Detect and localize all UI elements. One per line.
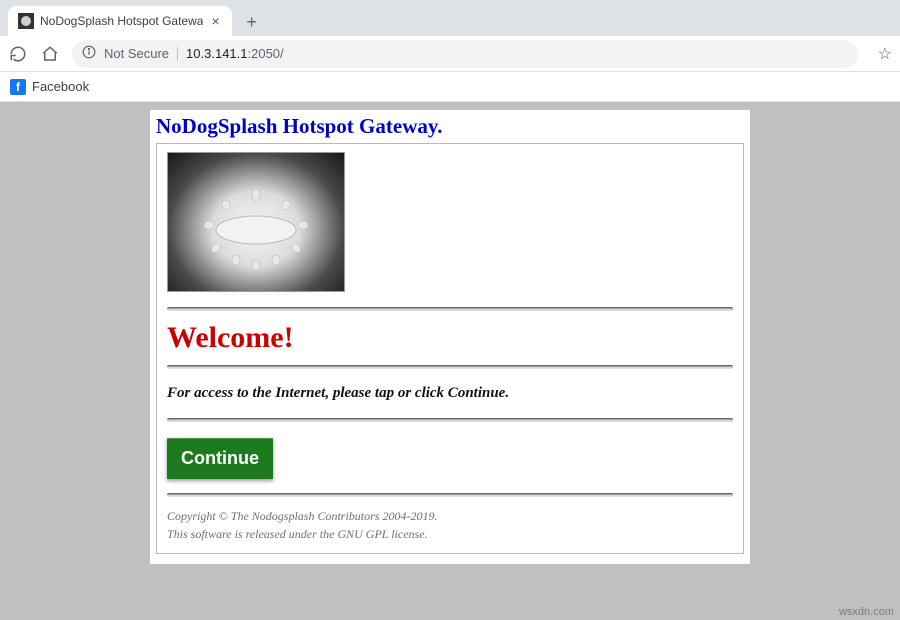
separator: [167, 418, 733, 422]
bookmark-star-icon[interactable]: ☆: [878, 44, 892, 64]
copyright-line-2: This software is released under the GNU …: [167, 525, 733, 543]
favicon-icon: [18, 13, 34, 29]
security-status: Not Secure: [104, 46, 169, 61]
url-text: 10.3.141.1:2050/: [186, 46, 284, 61]
separator: [167, 307, 733, 311]
page-title: NoDogSplash Hotspot Gateway.: [156, 114, 744, 139]
instructions-text: For access to the Internet, please tap o…: [167, 379, 733, 408]
bookmarks-bar: f Facebook: [0, 72, 900, 102]
new-tab-button[interactable]: +: [238, 8, 266, 36]
watermark: wsxdn.com: [839, 606, 894, 618]
copyright-line-1: Copyright © The Nodogsplash Contributors…: [167, 507, 733, 525]
bookmark-facebook[interactable]: Facebook: [32, 79, 89, 94]
continue-wrap: Continue: [167, 432, 733, 483]
separator: [167, 493, 733, 497]
url-host: 10.3.141.1: [186, 46, 247, 61]
tab-title: NoDogSplash Hotspot Gatewa: [40, 14, 203, 28]
browser-chrome: NoDogSplash Hotspot Gatewa × + Not Secur…: [0, 0, 900, 102]
separator: [167, 365, 733, 369]
reload-icon[interactable]: [8, 44, 28, 64]
address-bar[interactable]: Not Secure 10.3.141.1:2050/: [72, 40, 858, 68]
home-icon[interactable]: [40, 44, 60, 64]
content-box: Welcome! For access to the Internet, ple…: [156, 143, 744, 554]
close-icon[interactable]: ×: [209, 13, 221, 29]
page-viewport: NoDogSplash Hotspot Gateway.: [0, 102, 900, 620]
info-icon: [82, 45, 96, 62]
toolbar: Not Secure 10.3.141.1:2050/ ☆: [0, 36, 900, 72]
tab-bar: NoDogSplash Hotspot Gatewa × +: [0, 0, 900, 36]
divider: [177, 47, 178, 61]
copyright-text: Copyright © The Nodogsplash Contributors…: [167, 507, 733, 543]
continue-button[interactable]: Continue: [167, 438, 273, 479]
splash-image: [167, 152, 345, 292]
welcome-heading: Welcome!: [167, 321, 733, 355]
url-path: :2050/: [248, 46, 284, 61]
page-card: NoDogSplash Hotspot Gateway.: [150, 110, 750, 564]
facebook-icon[interactable]: f: [10, 79, 26, 95]
browser-tab[interactable]: NoDogSplash Hotspot Gatewa ×: [8, 6, 232, 36]
